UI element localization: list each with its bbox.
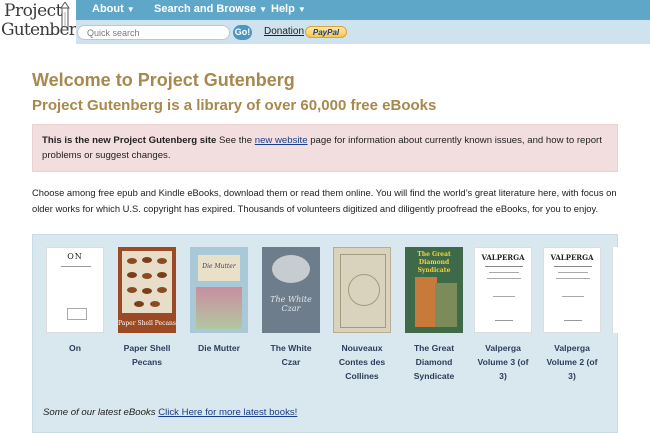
book-cover[interactable]: The Great Diamond Syndicate (405, 247, 463, 333)
book-title[interactable]: Valperga Volume 2 (of 3) (543, 341, 601, 383)
book-item[interactable]: ON On (46, 247, 104, 355)
chevron-down-icon: ▼ (259, 5, 268, 14)
book-title[interactable]: The Great Diamond Syndicate (405, 341, 463, 383)
search-input[interactable]: Quick search (77, 25, 230, 40)
notice-pre: See the (216, 135, 255, 146)
book-title[interactable]: The White Czar (262, 341, 320, 369)
cover-text: VALPERGA (550, 253, 594, 262)
notice-bold: This is the new Project Gutenberg site (42, 135, 217, 146)
book-title[interactable]: Nouveaux Contes des Collines (333, 341, 391, 383)
page-title: Welcome to Project Gutenberg (32, 70, 295, 90)
latest-books-caption: Some of our latest eBooks Click Here for… (43, 407, 297, 418)
tower-icon (60, 2, 70, 31)
cover-text: ON (67, 252, 83, 261)
cover-text: Die Mutter (202, 263, 236, 270)
book-item[interactable]: Die Mutter Die Mutter (190, 247, 248, 355)
go-button[interactable]: Go! (233, 25, 252, 40)
book-title[interactable]: Paper Shell Pecans (118, 341, 176, 369)
book-cover[interactable]: Paper Shell Pecans (118, 247, 176, 333)
main-nav: About ▼ Search and Browse ▼ Help ▼ (76, 0, 650, 20)
chevron-down-icon: ▼ (297, 5, 306, 14)
latest-books-panel: ON On Paper Shell Pecans Paper Shell Pec… (32, 234, 619, 433)
book-item[interactable]: VALPERGA Valperga Volume 3 (of 3) (474, 247, 532, 383)
more-latest-books-link[interactable]: Click Here for more latest books! (158, 407, 297, 418)
new-website-link[interactable]: new website (255, 135, 308, 146)
book-cover[interactable]: VALPERGA (474, 247, 532, 333)
project-gutenberg-logo[interactable]: Project Gutenberg (0, 0, 87, 44)
cover-text: VALPERGA (481, 253, 525, 262)
chevron-down-icon: ▼ (126, 5, 135, 14)
donation-link[interactable]: Donation (264, 26, 304, 37)
nav-search-browse[interactable]: Search and Browse ▼ (154, 0, 267, 20)
top-bar: Project Gutenberg About ▼ Search and Brow… (0, 0, 650, 44)
book-item[interactable]: The White Czar The White Czar (262, 247, 320, 369)
book-cover[interactable]: Die Mutter (190, 247, 248, 333)
paypal-button[interactable]: PayPal (305, 26, 347, 38)
cover-text: The White Czar (270, 295, 312, 313)
book-item[interactable]: Paper Shell Pecans Paper Shell Pecans (118, 247, 176, 369)
nav-help[interactable]: Help ▼ (271, 0, 306, 20)
book-cover[interactable] (333, 247, 391, 333)
nav-about[interactable]: About ▼ (92, 0, 135, 20)
book-cover[interactable]: VALPERGA (543, 247, 601, 333)
book-item[interactable]: Nouveaux Contes des Collines (333, 247, 391, 383)
cover-text: Paper Shell Pecans (118, 320, 176, 327)
nav-search-browse-label: Search and Browse (154, 3, 257, 15)
page-subtitle: Project Gutenberg is a library of over 6… (32, 97, 437, 114)
nav-help-label: Help (271, 3, 295, 15)
partial-book-cover (612, 247, 619, 333)
cover-text: The Great Diamond Syndicate (417, 251, 451, 274)
site-notice: This is the new Project Gutenberg site S… (32, 124, 618, 172)
book-item[interactable]: VALPERGA Valperga Volume 2 (of 3) (543, 247, 601, 383)
book-item[interactable]: The Great Diamond Syndicate The Great Di… (405, 247, 463, 383)
book-title[interactable]: On (46, 341, 104, 355)
book-cover[interactable]: The White Czar (262, 247, 320, 333)
logo-line2: Gutenberg (1, 20, 87, 40)
intro-text: Choose among free epub and Kindle eBooks… (32, 187, 617, 214)
logo-line1: Project (4, 1, 62, 21)
nav-about-label: About (92, 3, 124, 15)
book-title[interactable]: Die Mutter (190, 341, 248, 355)
book-title[interactable]: Valperga Volume 3 (of 3) (474, 341, 532, 383)
book-cover[interactable]: ON (46, 247, 104, 333)
latest-text: Some of our latest eBooks (43, 407, 159, 418)
